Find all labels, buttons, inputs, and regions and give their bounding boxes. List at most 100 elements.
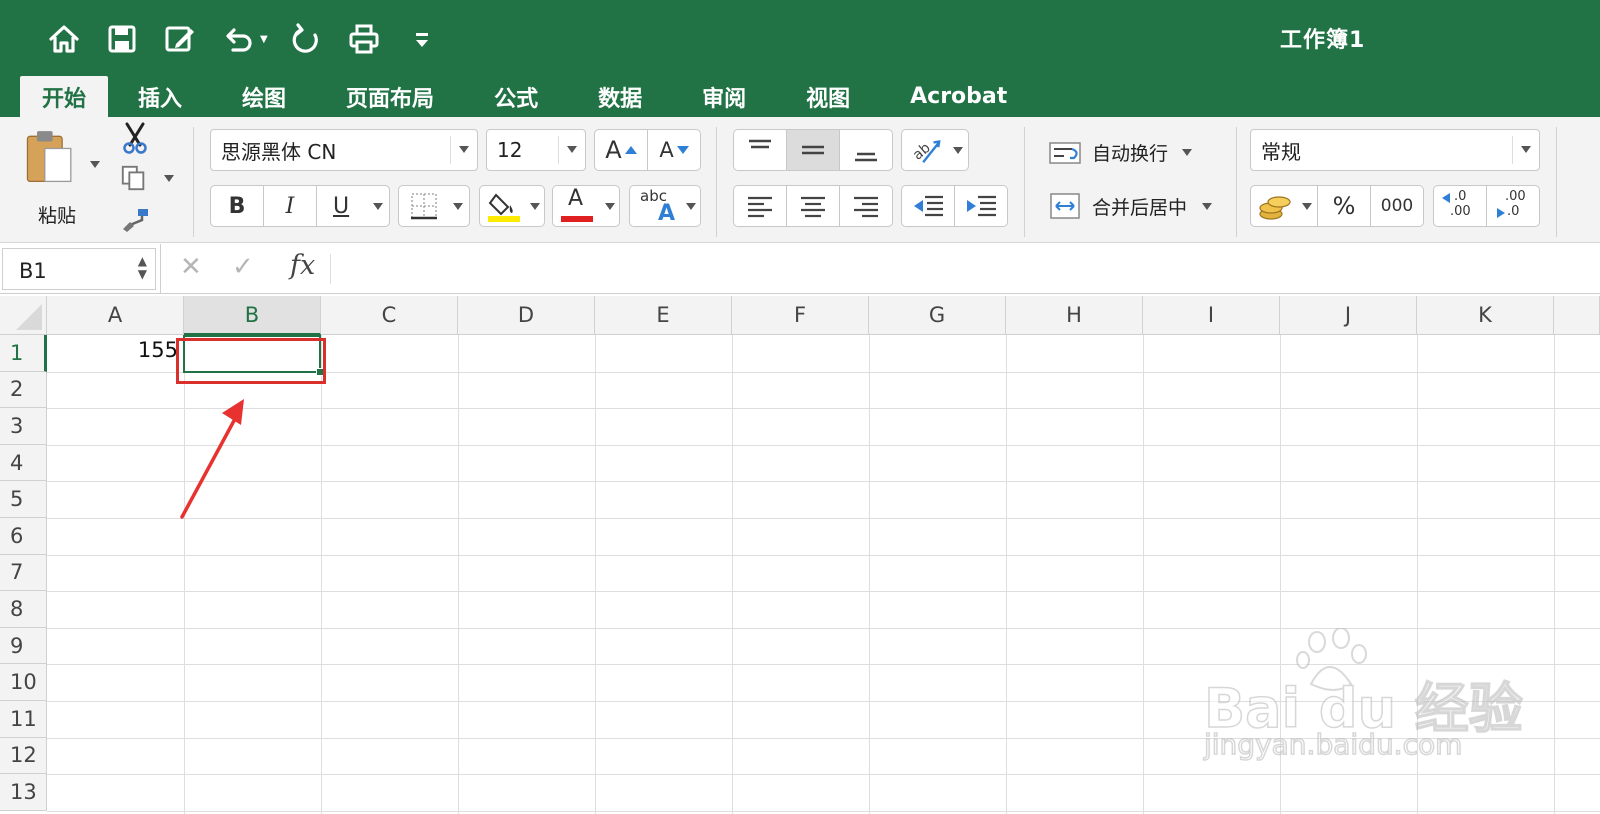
row-header-13[interactable]: 13 bbox=[0, 774, 47, 811]
underline-button[interactable]: U bbox=[316, 185, 390, 227]
edit-icon bbox=[165, 26, 194, 52]
align-left-button[interactable] bbox=[733, 185, 787, 227]
row-header-1[interactable]: 1 bbox=[0, 335, 47, 372]
borders-button[interactable] bbox=[398, 185, 470, 227]
fill-color-button[interactable] bbox=[479, 185, 545, 227]
comma-style-button[interactable]: 000 bbox=[1370, 185, 1424, 227]
column-header-c[interactable]: C bbox=[321, 296, 458, 335]
column-header-d[interactable]: D bbox=[458, 296, 595, 335]
tab-data[interactable]: 数据 bbox=[580, 76, 660, 117]
align-bottom-button[interactable] bbox=[839, 129, 893, 171]
cell-a1[interactable]: 155 bbox=[48, 338, 180, 372]
column-header-h[interactable]: H bbox=[1006, 296, 1143, 335]
save-button[interactable] bbox=[98, 19, 146, 59]
row-header-9[interactable]: 9 bbox=[0, 627, 47, 665]
wrap-text-label: 自动换行 bbox=[1092, 143, 1169, 165]
name-box[interactable]: B1 ▲ ▼ bbox=[2, 248, 156, 290]
column-header-g[interactable]: G bbox=[869, 296, 1006, 335]
format-painter-icon bbox=[123, 209, 148, 232]
grid-line-horizontal bbox=[47, 444, 1600, 446]
customize-toolbar-button[interactable] bbox=[398, 19, 446, 59]
home-button[interactable] bbox=[40, 19, 88, 59]
undo-button[interactable] bbox=[214, 19, 262, 59]
chevron-down-icon bbox=[530, 203, 540, 210]
orientation-button[interactable]: ab bbox=[901, 129, 969, 171]
increase-decimal-button[interactable]: .0 .00 bbox=[1433, 185, 1487, 227]
row-header-4[interactable]: 4 bbox=[0, 444, 47, 482]
tab-review[interactable]: 审阅 bbox=[684, 76, 764, 117]
row-header-5[interactable]: 5 bbox=[0, 481, 47, 518]
align-middle-button[interactable] bbox=[786, 129, 840, 171]
shrink-font-button[interactable]: A bbox=[647, 129, 701, 171]
align-top-button[interactable] bbox=[733, 129, 787, 171]
font-name-dropdown[interactable]: 思源黑体 CN bbox=[210, 129, 478, 171]
tab-insert[interactable]: 插入 bbox=[120, 76, 200, 117]
paste-dropdown-icon[interactable] bbox=[90, 161, 100, 168]
column-header-partial[interactable] bbox=[1554, 296, 1600, 335]
format-painter-button[interactable] bbox=[120, 205, 156, 235]
tab-view[interactable]: 视图 bbox=[788, 76, 868, 117]
wrap-text-button[interactable]: 自动换行 bbox=[1048, 137, 1208, 169]
undo-dropdown-icon[interactable]: ▼ bbox=[260, 34, 270, 45]
row-header-7[interactable]: 7 bbox=[0, 554, 47, 592]
decrease-decimal-icon: .00 .0 bbox=[1495, 189, 1531, 223]
tab-acrobat[interactable]: Acrobat bbox=[892, 76, 1025, 117]
tab-draw[interactable]: 绘图 bbox=[224, 76, 304, 117]
number-format-dropdown[interactable]: 常规 bbox=[1250, 129, 1540, 171]
column-header-i[interactable]: I bbox=[1143, 296, 1280, 335]
name-box-stepper-icon[interactable]: ▲ ▼ bbox=[138, 255, 147, 281]
percent-style-button[interactable]: % bbox=[1317, 185, 1371, 227]
align-right-button[interactable] bbox=[839, 185, 893, 227]
column-header-f[interactable]: F bbox=[732, 296, 869, 335]
column-header-a[interactable]: A bbox=[47, 296, 184, 335]
cut-button[interactable] bbox=[120, 121, 156, 157]
redo-button[interactable] bbox=[282, 19, 330, 59]
increase-indent-button[interactable] bbox=[954, 185, 1008, 227]
column-header-e[interactable]: E bbox=[595, 296, 732, 335]
edit-button[interactable] bbox=[156, 19, 204, 59]
row-header-11[interactable]: 11 bbox=[0, 701, 47, 738]
copy-dropdown-icon[interactable] bbox=[164, 175, 174, 182]
column-header-k[interactable]: K bbox=[1417, 296, 1554, 335]
tab-page-layout[interactable]: 页面布局 bbox=[328, 76, 452, 117]
column-header-j[interactable]: J bbox=[1280, 296, 1417, 335]
grid-line-vertical bbox=[1006, 335, 1007, 814]
row-header-3[interactable]: 3 bbox=[0, 408, 47, 445]
merge-center-button[interactable]: 合并后居中 bbox=[1048, 191, 1228, 223]
document-title: 工作簿1 bbox=[1280, 28, 1366, 53]
align-center-icon bbox=[801, 196, 825, 218]
decrease-decimal-button[interactable]: .00 .0 bbox=[1486, 185, 1540, 227]
grow-font-button[interactable]: A bbox=[594, 129, 648, 171]
row-header-2[interactable]: 2 bbox=[0, 371, 47, 409]
italic-letter: I bbox=[285, 193, 295, 219]
font-size-dropdown[interactable]: 12 bbox=[486, 129, 586, 171]
select-all-button[interactable] bbox=[0, 296, 47, 335]
abc-letter: A bbox=[658, 201, 676, 226]
print-button[interactable] bbox=[340, 19, 388, 59]
formula-input[interactable] bbox=[340, 244, 1590, 292]
accounting-format-button[interactable] bbox=[1250, 185, 1318, 227]
row-header-6[interactable]: 6 bbox=[0, 518, 47, 555]
tab-formulas[interactable]: 公式 bbox=[476, 76, 556, 117]
font-color-button[interactable]: A bbox=[552, 185, 620, 227]
scissors-icon bbox=[123, 122, 147, 154]
row-header-12[interactable]: 12 bbox=[0, 737, 47, 775]
insert-function-button[interactable]: fx bbox=[290, 250, 315, 281]
cancel-entry-icon[interactable]: ✕ bbox=[180, 252, 202, 282]
thousands-label: 000 bbox=[1380, 196, 1414, 216]
enter-entry-icon[interactable]: ✓ bbox=[232, 252, 254, 282]
bold-button[interactable]: B bbox=[210, 185, 264, 227]
align-center-button[interactable] bbox=[786, 185, 840, 227]
arrow-right-icon bbox=[1497, 208, 1505, 218]
paste-button[interactable]: 粘贴 bbox=[18, 125, 100, 230]
column-header-b[interactable]: B bbox=[184, 296, 321, 335]
ribbon-tabs: 开始 插入 绘图 页面布局 公式 数据 审阅 视图 Acrobat bbox=[20, 76, 1049, 117]
font-color-icon: A bbox=[559, 186, 595, 223]
phonetic-guide-button[interactable]: abc A bbox=[629, 185, 701, 227]
copy-button[interactable] bbox=[120, 163, 176, 195]
row-header-10[interactable]: 10 bbox=[0, 664, 47, 701]
italic-button[interactable]: I bbox=[263, 185, 317, 227]
row-header-8[interactable]: 8 bbox=[0, 591, 47, 628]
decrease-indent-button[interactable] bbox=[901, 185, 955, 227]
tab-home[interactable]: 开始 bbox=[20, 76, 109, 117]
